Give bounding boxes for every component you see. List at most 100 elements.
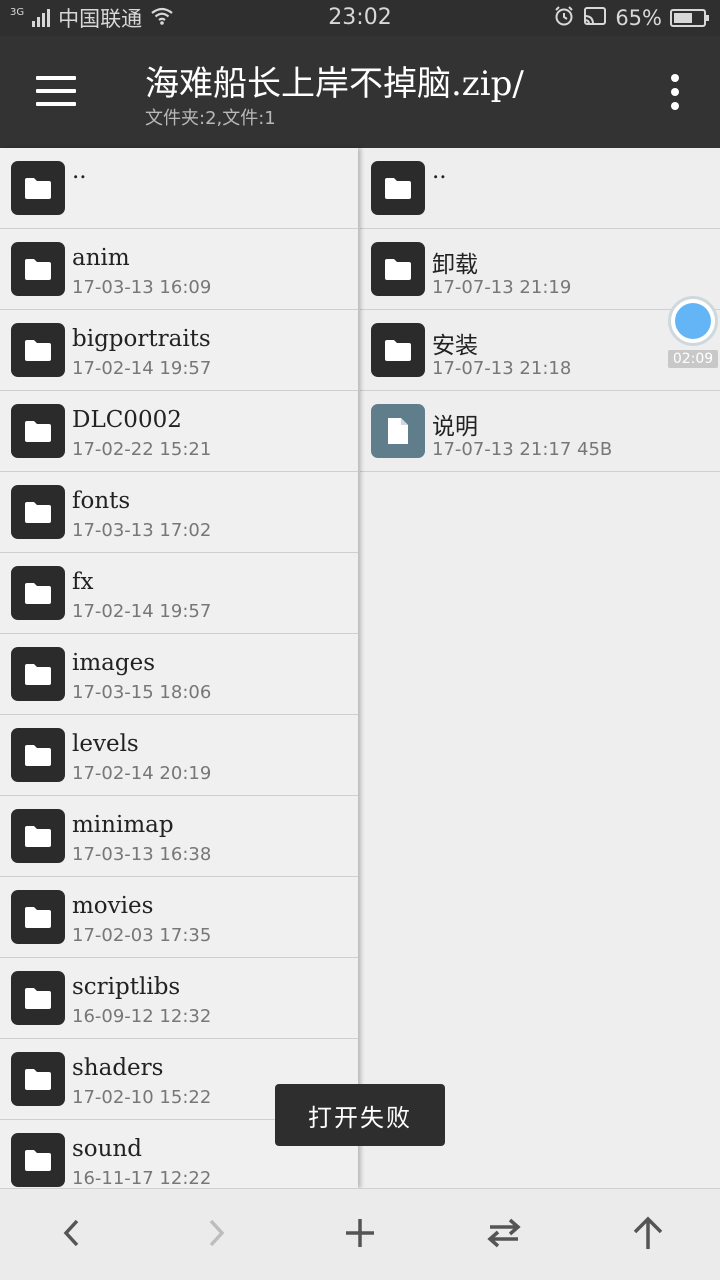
item-meta: 17-02-14 19:57 xyxy=(72,358,212,379)
carrier-name: 中国联通 xyxy=(58,7,143,31)
forward-button[interactable] xyxy=(192,1211,240,1259)
swap-panes-button[interactable] xyxy=(480,1211,528,1259)
folder-row[interactable]: anim 17-03-13 16:09 xyxy=(0,229,358,310)
item-name: levels xyxy=(72,731,139,757)
status-right: 65% xyxy=(553,0,709,36)
folder-icon xyxy=(371,242,425,296)
item-name: images xyxy=(72,650,156,676)
item-name: 说明 xyxy=(432,414,478,440)
recorder-time: 02:09 xyxy=(668,350,718,368)
right-file-pane[interactable]: .. 卸载 17-07-13 21:19 安装 17-07-13 21:18 说明 17-0… xyxy=(360,148,720,1188)
folder-icon xyxy=(371,161,425,215)
plus-icon xyxy=(344,1217,376,1253)
item-meta: 17-07-13 21:18 xyxy=(432,358,572,379)
item-name: fx xyxy=(72,569,94,595)
parent-folder-row[interactable]: .. xyxy=(360,148,720,229)
battery-percent: 65% xyxy=(615,6,662,30)
folder-icon xyxy=(11,1052,65,1106)
item-name: anim xyxy=(72,245,130,271)
item-name: DLC0002 xyxy=(72,407,182,433)
file-row[interactable]: 说明 17-07-13 21:17 45B xyxy=(360,391,720,472)
item-name: shaders xyxy=(72,1055,164,1081)
item-meta: 17-03-13 16:38 xyxy=(72,844,212,865)
folder-icon xyxy=(11,404,65,458)
battery-level xyxy=(674,13,693,23)
folder-row[interactable]: fx 17-02-14 19:57 xyxy=(0,553,358,634)
item-name: scriptlibs xyxy=(72,974,181,1000)
folder-row[interactable]: levels 17-02-14 20:19 xyxy=(0,715,358,796)
item-meta: 17-02-03 17:35 xyxy=(72,925,212,946)
folder-icon xyxy=(11,161,65,215)
item-name: bigportraits xyxy=(72,326,211,352)
folder-row[interactable]: minimap 17-03-13 16:38 xyxy=(0,796,358,877)
hamburger-menu-icon xyxy=(36,76,76,80)
item-name: 安装 xyxy=(432,333,478,359)
page-subtitle: 文件夹:2,文件:1 xyxy=(145,108,276,129)
folder-icon xyxy=(371,323,425,377)
item-meta: 17-07-13 21:19 xyxy=(432,277,572,298)
folder-row[interactable]: fonts 17-03-13 17:02 xyxy=(0,472,358,553)
battery-icon xyxy=(670,9,709,27)
folder-row[interactable]: 卸载 17-07-13 21:19 xyxy=(360,229,720,310)
folder-icon xyxy=(11,1133,65,1187)
item-meta: 17-02-22 15:21 xyxy=(72,439,212,460)
folder-icon xyxy=(11,242,65,296)
item-name: 卸载 xyxy=(432,252,478,278)
folder-row[interactable]: movies 17-02-03 17:35 xyxy=(0,877,358,958)
more-vert-icon xyxy=(671,74,679,82)
item-meta: 16-09-12 12:32 xyxy=(72,1006,212,1027)
left-file-pane[interactable]: .. anim 17-03-13 16:09 bigportraits 17-02-14… xyxy=(0,148,358,1188)
more-options-button[interactable] xyxy=(670,74,680,110)
signal-icon xyxy=(32,9,51,27)
arrow-up-icon xyxy=(632,1215,664,1255)
status-bar: 3G 中国联通 23:02 65% xyxy=(0,0,720,36)
status-left: 3G 中国联通 xyxy=(10,0,174,36)
item-meta: 17-02-10 15:22 xyxy=(72,1087,212,1108)
record-icon xyxy=(675,303,711,339)
document-icon xyxy=(371,404,425,458)
alarm-icon xyxy=(553,5,575,32)
bottom-toolbar xyxy=(0,1188,720,1280)
item-name: sound xyxy=(72,1136,142,1162)
folder-row[interactable]: DLC0002 17-02-22 15:21 xyxy=(0,391,358,472)
folder-row[interactable]: 安装 17-07-13 21:18 xyxy=(360,310,720,391)
item-meta: 17-02-14 19:57 xyxy=(72,601,212,622)
folder-row[interactable]: bigportraits 17-02-14 19:57 xyxy=(0,310,358,391)
item-meta: 17-03-15 18:06 xyxy=(72,682,212,703)
menu-button[interactable] xyxy=(36,76,76,106)
network-type: 3G xyxy=(10,6,25,18)
folder-icon xyxy=(11,971,65,1025)
folder-icon xyxy=(11,485,65,539)
swap-horizontal-icon xyxy=(484,1217,524,1253)
item-name: .. xyxy=(432,158,447,184)
item-meta: 16-11-17 12:22 xyxy=(72,1168,212,1188)
folder-icon xyxy=(11,890,65,944)
screen-recorder-button[interactable] xyxy=(668,296,718,346)
chevron-left-icon xyxy=(60,1218,84,1252)
item-name: .. xyxy=(72,158,87,184)
chevron-right-icon xyxy=(204,1218,228,1252)
wifi-icon xyxy=(150,6,174,31)
cast-icon xyxy=(583,6,607,31)
folder-icon xyxy=(11,809,65,863)
item-meta: 17-07-13 21:17 45B xyxy=(432,439,613,460)
item-name: movies xyxy=(72,893,154,919)
folder-icon xyxy=(11,647,65,701)
item-meta: 17-03-13 16:09 xyxy=(72,277,212,298)
add-button[interactable] xyxy=(336,1211,384,1259)
folder-icon xyxy=(11,728,65,782)
folder-row[interactable]: images 17-03-15 18:06 xyxy=(0,634,358,715)
item-name: fonts xyxy=(72,488,131,514)
page-title: 海难船长上岸不掉脑.zip/ xyxy=(145,64,524,104)
item-meta: 17-02-14 20:19 xyxy=(72,763,212,784)
folder-icon xyxy=(11,566,65,620)
parent-directory-button[interactable] xyxy=(624,1211,672,1259)
item-meta: 17-03-13 17:02 xyxy=(72,520,212,541)
toast-message: 打开失败 xyxy=(275,1084,445,1146)
folder-row[interactable]: scriptlibs 16-09-12 12:32 xyxy=(0,958,358,1039)
parent-folder-row[interactable]: .. xyxy=(0,148,358,229)
folder-icon xyxy=(11,323,65,377)
back-button[interactable] xyxy=(48,1211,96,1259)
item-name: minimap xyxy=(72,812,174,838)
app-bar: 海难船长上岸不掉脑.zip/ 文件夹:2,文件:1 xyxy=(0,36,720,148)
